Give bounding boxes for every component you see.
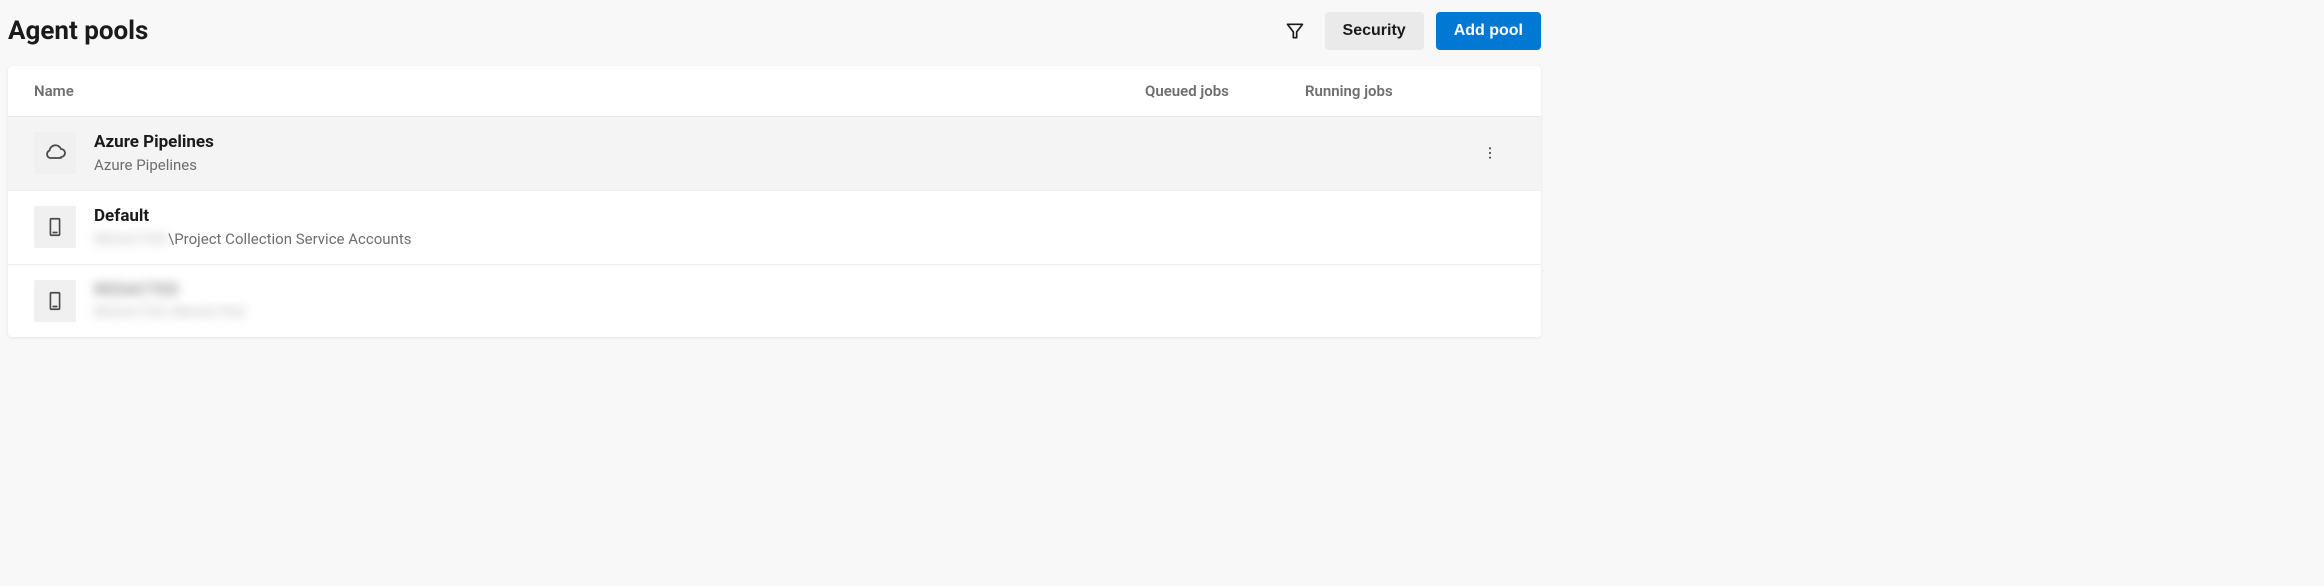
column-header-name[interactable]: Name [34,82,1145,100]
header-actions: Security Add pool [1277,12,1541,50]
server-icon [34,206,76,248]
pool-owner-text: \Project Collection Service Accounts [168,230,411,248]
filter-icon [1285,21,1305,41]
column-header-running-jobs[interactable]: Running jobs [1305,82,1465,100]
security-button[interactable]: Security [1325,12,1424,50]
more-actions-button[interactable] [1474,137,1506,169]
row-text: Azure PipelinesAzure Pipelines [94,131,1145,176]
pool-owner: REDACTED\Project Collection Service Acco… [94,229,1145,250]
row-text: DefaultREDACTED\Project Collection Servi… [94,205,1145,250]
filter-button[interactable] [1277,13,1313,49]
table-row[interactable]: REDACTEDREDACTED REDACTED [8,265,1541,338]
add-pool-button[interactable]: Add pool [1436,12,1541,50]
pool-name: REDACTED [94,279,1145,303]
row-actions [1465,137,1515,169]
agent-pools-table: Name Queued jobs Running jobs Azure Pipe… [8,66,1541,337]
pool-owner: Azure Pipelines [94,155,1145,176]
page-title: Agent pools [8,16,148,46]
row-text: REDACTEDREDACTED REDACTED [94,279,1145,324]
pool-name: Default [94,205,1145,229]
table-header: Name Queued jobs Running jobs [8,66,1541,117]
column-header-queued-jobs[interactable]: Queued jobs [1145,82,1305,100]
pool-name: Azure Pipelines [94,131,1145,155]
cloud-icon [34,132,76,174]
table-row[interactable]: Azure PipelinesAzure Pipelines [8,117,1541,191]
more-vertical-icon [1482,145,1498,161]
pool-owner-prefix: REDACTED [94,229,168,250]
pool-owner: REDACTED REDACTED [94,302,1145,323]
table-row[interactable]: DefaultREDACTED\Project Collection Servi… [8,191,1541,265]
server-icon [34,280,76,322]
